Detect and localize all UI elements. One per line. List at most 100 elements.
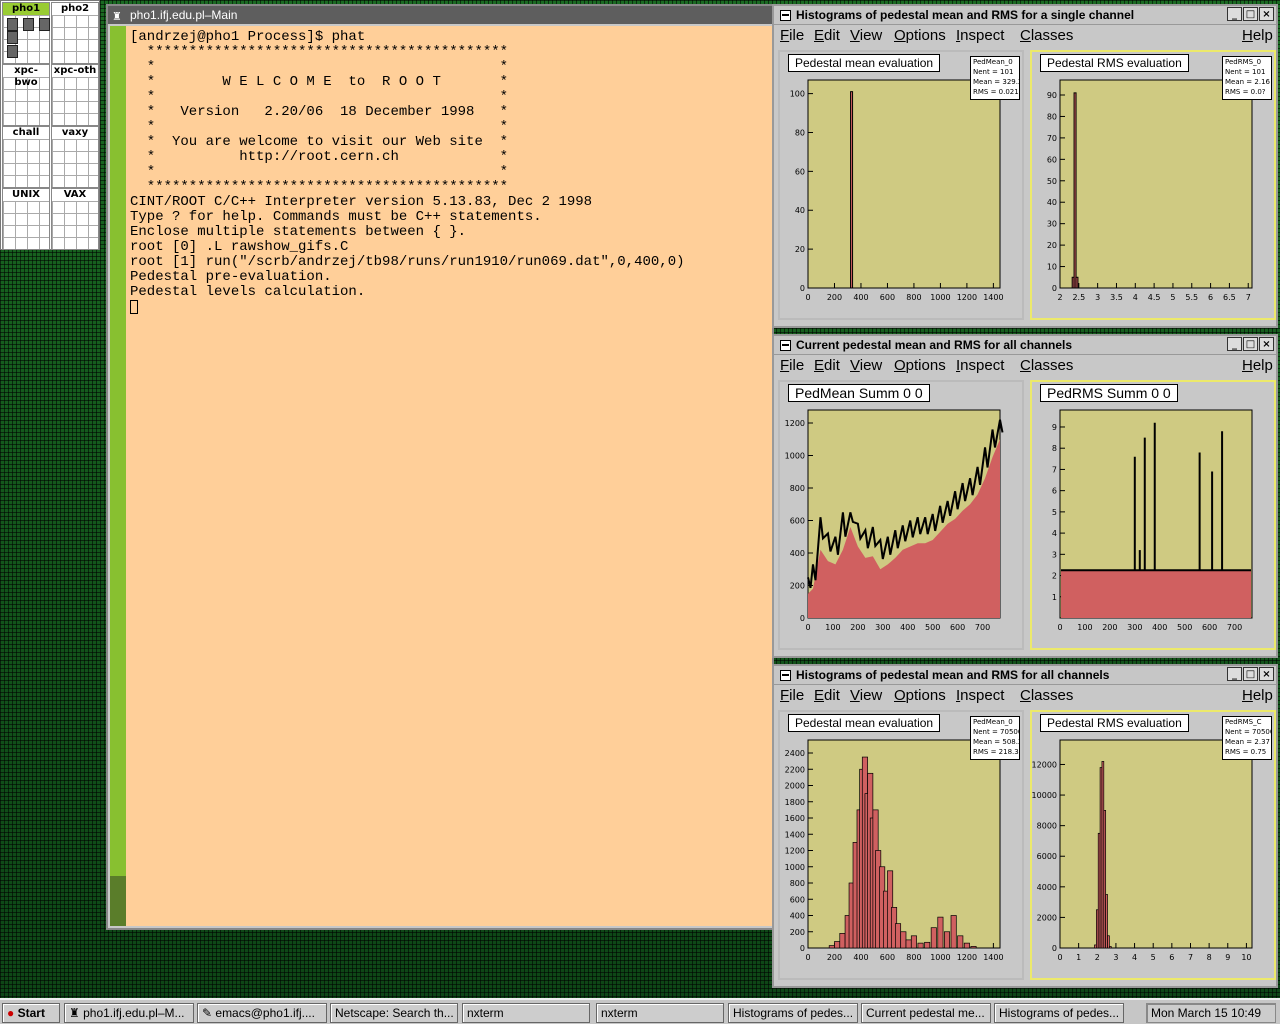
menu-view[interactable]: View (850, 355, 882, 377)
left-pad[interactable]: 0 100 200 300 400 500 600 700 0 200 400 600 800 1000 1… (778, 380, 1024, 650)
menu-options[interactable]: Options (894, 355, 946, 377)
minimize-button[interactable]: _ (1227, 337, 1242, 351)
taskbar-item[interactable]: ✎ emacs@pho1.ifj.... (197, 1003, 327, 1023)
pager-window-thumb[interactable] (39, 18, 50, 31)
scrollbar-thumb[interactable] (110, 876, 126, 926)
y-tick-label: 50 (1047, 177, 1057, 186)
maximize-button[interactable]: □ (1243, 7, 1258, 21)
root-canvas-window[interactable]: Histograms of pedestal mean and RMS for … (772, 664, 1278, 988)
x-tick-label: 0 (805, 623, 810, 632)
menu-file[interactable]: File (780, 355, 804, 377)
x-tick-label: 700 (975, 623, 990, 632)
desktop-pager[interactable]: pho1 pho2 xpc-bwo xpc-oth chall vaxy UNIX VAX (0, 0, 100, 250)
maximize-button[interactable]: □ (1243, 337, 1258, 351)
window-menu-icon[interactable] (780, 670, 791, 681)
menu-options[interactable]: Options (894, 685, 946, 707)
pager-desk-pho1[interactable]: pho1 (2, 2, 50, 64)
right-pad[interactable]: 0 100 200 300 400 500 600 700 1 2 3 4 5 6 7 8 9 PedRMS Su… (1030, 380, 1276, 650)
menu-bar: File Edit View Options Inspect Classes Help (774, 25, 1276, 47)
terminal-line: * * (130, 119, 509, 135)
taskbar-item[interactable]: nxterm (462, 1003, 590, 1023)
menu-edit[interactable]: Edit (814, 355, 840, 377)
menu-classes[interactable]: Classes (1020, 25, 1073, 47)
menu-view[interactable]: View (850, 685, 882, 707)
left-pad[interactable]: 0 200 400 600 800 1000 1200 1400 0 20 40 60 80 100 Ped… (778, 50, 1024, 320)
pager-desk-pho2[interactable]: pho2 (51, 2, 99, 64)
taskbar-item[interactable]: Histograms of pedes... (728, 1003, 858, 1023)
window-titlebar[interactable]: Histograms of pedestal mean and RMS for … (774, 6, 1276, 25)
y-tick-label: 70 (1047, 134, 1057, 143)
x-tick-label: 10 (1241, 953, 1251, 962)
y-tick-label: 10000 (1032, 791, 1057, 800)
start-button[interactable]: ● Start (2, 1003, 60, 1023)
menu-file[interactable]: File (780, 685, 804, 707)
menu-file[interactable]: File (780, 25, 804, 47)
stats-line: Mean = 2.16 (1225, 78, 1270, 86)
y-tick-label: 0 (1052, 284, 1057, 293)
menu-view[interactable]: View (850, 25, 882, 47)
close-button[interactable]: × (1259, 667, 1274, 681)
terminal-scrollbar[interactable] (110, 26, 126, 926)
pager-window-thumb[interactable] (7, 18, 18, 31)
terminal-output[interactable]: [andrzej@pho1 Process]$ phat ***********… (126, 26, 772, 926)
terminal-titlebar[interactable]: ♜ pho1.ifj.edu.pl–Main (108, 6, 772, 24)
close-button[interactable]: × (1259, 7, 1274, 21)
terminal-window[interactable]: ♜ pho1.ifj.edu.pl–Main [andrzej@pho1 Pro… (106, 4, 774, 930)
taskbar-item[interactable]: Current pedestal me... (861, 1003, 991, 1023)
pager-desk-xpc-bwo[interactable]: xpc-bwo (2, 64, 50, 126)
maximize-button[interactable]: □ (1243, 667, 1258, 681)
window-titlebar[interactable]: Histograms of pedestal mean and RMS for … (774, 666, 1276, 685)
histogram-bar (1109, 946, 1112, 949)
stats-box: PedMean_0 Nent = 101 Mean = 329.2 RMS = 0.0… (970, 56, 1020, 100)
menu-edit[interactable]: Edit (814, 685, 840, 707)
x-tick-label: 200 (827, 293, 842, 302)
pager-window-thumb[interactable] (7, 31, 18, 44)
y-tick-label: 40 (1047, 198, 1057, 207)
minimize-button[interactable]: _ (1227, 7, 1242, 21)
menu-edit[interactable]: Edit (814, 25, 840, 47)
pager-window-thumb[interactable] (23, 18, 34, 31)
menu-help[interactable]: Help (1242, 355, 1273, 377)
stats-line: RMS = 0.75 (1225, 748, 1267, 756)
window-menu-icon[interactable] (780, 10, 791, 21)
menu-inspect[interactable]: Inspect (956, 685, 1004, 707)
pager-desk-vax[interactable]: VAX (51, 188, 99, 250)
minimize-button[interactable]: _ (1227, 667, 1242, 681)
menu-classes[interactable]: Classes (1020, 685, 1073, 707)
close-button[interactable]: × (1259, 337, 1274, 351)
taskbar-item[interactable]: Histograms of pedes... (994, 1003, 1124, 1023)
pager-desk-chall[interactable]: chall (2, 126, 50, 188)
menu-options[interactable]: Options (894, 25, 946, 47)
pager-desk-unix[interactable]: UNIX (2, 188, 50, 250)
left-pad[interactable]: 0 200 400 600 800 1000 1200 1400 0 200 400 600 800 10… (778, 710, 1024, 980)
menu-inspect[interactable]: Inspect (956, 355, 1004, 377)
menu-help[interactable]: Help (1242, 685, 1273, 707)
root-canvas-window[interactable]: Histograms of pedestal mean and RMS for … (772, 4, 1278, 328)
taskbar-item[interactable]: ♜ pho1.ifj.edu.pl–M... (64, 1003, 194, 1023)
x-tick-label: 300 (1127, 623, 1142, 632)
root-canvas-window[interactable]: Current pedestal mean and RMS for all ch… (772, 334, 1278, 658)
pager-desk-xpc-oth[interactable]: xpc-oth (51, 64, 99, 126)
x-tick-label: 400 (900, 623, 915, 632)
terminal-line: * * (130, 164, 509, 180)
taskbar-item[interactable]: Netscape: Search th... (330, 1003, 458, 1023)
histogram-bar (957, 935, 964, 949)
window-menu-icon[interactable] (780, 340, 791, 351)
pager-window-thumb[interactable] (7, 45, 18, 58)
menu-help[interactable]: Help (1242, 25, 1273, 47)
x-tick-label: 1000 (930, 953, 950, 962)
histogram-plot: 0 100 200 300 400 500 600 700 0 200 400 600 800 1000 1… (785, 409, 1004, 632)
menu-classes[interactable]: Classes (1020, 355, 1073, 377)
right-pad[interactable]: 2 2.5 3 3.5 4 4.5 5 5.5 6 6.5 7 0 10 20 30 40 50 60 70 80 90… (1030, 50, 1276, 320)
window-buttons: _ □ × (1227, 667, 1274, 681)
taskbar-item[interactable]: nxterm (596, 1003, 724, 1023)
pager-desk-vaxy[interactable]: vaxy (51, 126, 99, 188)
y-tick-label: 7 (1052, 465, 1057, 474)
histogram-bar (834, 941, 841, 949)
menu-inspect[interactable]: Inspect (956, 25, 1004, 47)
terminal-line: * W E L C O M E to R O O T * (130, 74, 509, 90)
stats-line: RMS = 0.0? (1225, 88, 1266, 96)
window-titlebar[interactable]: Current pedestal mean and RMS for all ch… (774, 336, 1276, 355)
stats-line: PedMean_0 (973, 58, 1013, 66)
right-pad[interactable]: 0 1 2 3 4 5 6 7 8 9 10 0 2000 4000 6000 8000 10000 12000 P… (1030, 710, 1276, 980)
